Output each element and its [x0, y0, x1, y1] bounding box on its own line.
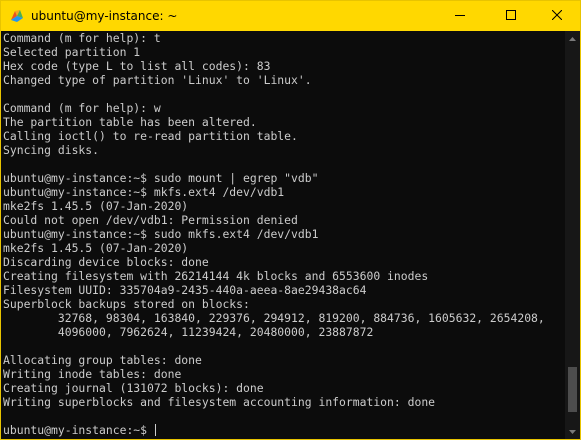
close-icon [551, 7, 563, 25]
terminal-line: mke2fs 1.45.5 (07-Jan-2020) [3, 199, 189, 213]
terminal-line: Calling ioctl() to re-read partition tab… [3, 129, 298, 143]
terminal-line: 32768, 98304, 163840, 229376, 294912, 81… [3, 311, 545, 325]
terminal-line: The partition table has been altered. [3, 115, 257, 129]
terminal-line: ubuntu@my-instance:~$ sudo mount | egrep… [3, 171, 319, 185]
terminal-line: Changed type of partition 'Linux' to 'Li… [3, 73, 312, 87]
terminal-output[interactable]: Command (m for help): t Selected partitio… [1, 31, 565, 439]
terminal-line: Command (m for help): t [3, 31, 161, 45]
window-title: ubuntu@my-instance: ~ [31, 9, 178, 23]
terminal-line: ubuntu@my-instance:~$ mkfs.ext4 /dev/vdb… [3, 185, 285, 199]
text-cursor [154, 424, 156, 436]
maximize-icon [506, 7, 516, 25]
terminal-line: mke2fs 1.45.5 (07-Jan-2020) [3, 241, 189, 255]
vertical-scrollbar[interactable] [565, 31, 580, 439]
scrollbar-thumb[interactable] [568, 367, 577, 412]
terminal-line: Syncing disks. [3, 143, 100, 157]
terminal-line: Allocating group tables: done [3, 353, 202, 367]
minimize-icon [455, 7, 465, 25]
terminal-line: Could not open /dev/vdb1: Permission den… [3, 213, 298, 227]
terminal-line: Superblock backups stored on blocks: [3, 297, 250, 311]
terminal-line: Selected partition 1 [3, 45, 141, 59]
terminal-line: 4096000, 7962624, 11239424, 20480000, 23… [3, 325, 374, 339]
linux-penguin-icon[interactable] [9, 8, 25, 24]
terminal-line: ubuntu@my-instance:~$ sudo mkfs.ext4 /de… [3, 227, 319, 241]
terminal-line: Writing superblocks and filesystem accou… [3, 395, 436, 409]
close-button[interactable] [534, 1, 580, 31]
title-bar[interactable]: ubuntu@my-instance: ~ [1, 1, 580, 31]
terminal-line: Writing inode tables: done [3, 367, 182, 381]
terminal-line: Creating filesystem with 26214144 4k blo… [3, 269, 429, 283]
terminal-line: Filesystem UUID: 335704a9-2435-440a-aeea… [3, 283, 367, 297]
scroll-down-icon[interactable] [565, 424, 580, 439]
terminal-window: ubuntu@my-instance: ~ Command (m for hel… [0, 0, 581, 440]
maximize-button[interactable] [488, 1, 534, 31]
terminal-line: Command (m for help): w [3, 101, 161, 115]
terminal-line: Discarding device blocks: done [3, 255, 209, 269]
minimize-button[interactable] [437, 1, 483, 31]
command-prompt-line: ubuntu@my-instance:~$ [3, 423, 156, 437]
scroll-up-icon[interactable] [565, 31, 580, 46]
terminal-line: Hex code (type L to list all codes): 83 [3, 59, 271, 73]
terminal-line: Creating journal (131072 blocks): done [3, 381, 264, 395]
